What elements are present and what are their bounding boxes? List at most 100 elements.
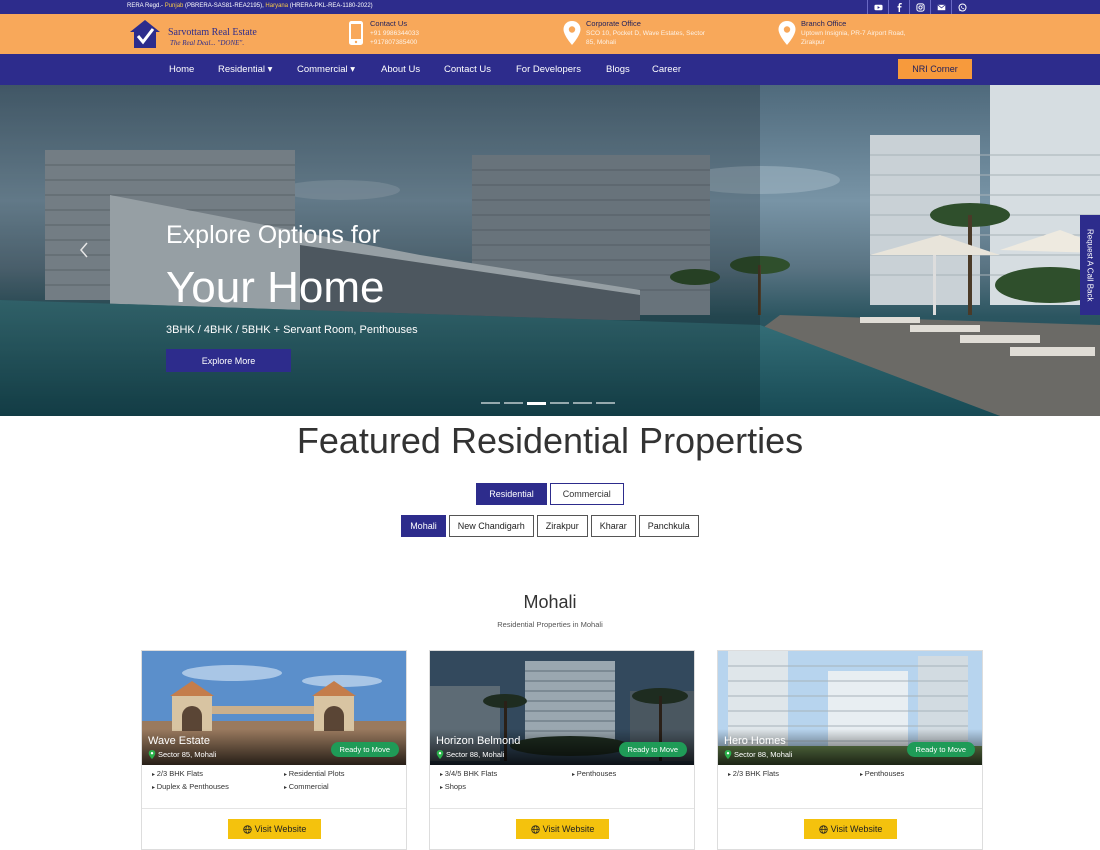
feature-item: Penthouses [860, 769, 978, 778]
request-call-back-button[interactable]: Request A Call Back [1080, 215, 1100, 315]
brand-name: Sarvottam Real Estate [168, 27, 257, 38]
property-name: Horizon Belmond [436, 735, 521, 747]
contact-phone-2[interactable]: +917807385400 [370, 38, 419, 47]
feature-item: 3/4/5 BHK Flats [440, 769, 572, 778]
corporate-address-line1: SCO 10, Pocket D, Wave Estates, Sector [586, 30, 705, 37]
carousel-dot[interactable] [596, 402, 615, 404]
branch-address-line1: Uptown Insignia, PR-7 Airport Road, [801, 30, 906, 37]
property-location: Sector 88, Mohali [436, 750, 504, 759]
city-panchkula[interactable]: Panchkula [638, 515, 699, 537]
corporate-office-title: Corporate Office [586, 19, 641, 28]
whatsapp-icon[interactable] [951, 0, 972, 14]
status-badge: Ready to Move [330, 742, 399, 757]
visit-website-button[interactable]: Visit Website [804, 819, 897, 839]
location-pin-icon [148, 750, 156, 759]
nav-commercial-dropdown[interactable]: Commercial ▾ [297, 64, 355, 75]
hero-subtitle: 3BHK / 4BHK / 5BHK + Servant Room, Penth… [166, 324, 418, 336]
feature-item: 2/3 BHK Flats [728, 769, 860, 778]
nav-for-developers[interactable]: For Developers [516, 64, 581, 75]
location-pin-icon [436, 750, 444, 759]
main-nav: Home Residential ▾ Commercial ▾ About Us… [0, 54, 1100, 85]
carousel-dot[interactable] [504, 402, 523, 404]
card-divider [430, 808, 694, 809]
property-location-text: Sector 85, Mohali [158, 750, 217, 759]
hero-background-image [0, 85, 1100, 416]
city-subheading: Residential Properties in Mohali [497, 620, 603, 629]
nri-corner-button[interactable]: NRI Corner [898, 59, 972, 79]
rera-haryana: Haryana [265, 3, 289, 9]
brand-tagline: The Real Deal... "DONE". [170, 39, 245, 47]
globe-icon [242, 824, 252, 834]
rera-punjab-number: (PBRERA-SAS81-REA2195), [183, 3, 266, 9]
feature-item: Duplex & Penthouses [152, 782, 284, 791]
visit-website-label: Visit Website [830, 824, 883, 834]
branch-address-line2: Zirakpur [801, 39, 825, 46]
hero-heading-small: Explore Options for [166, 221, 380, 249]
youtube-icon[interactable] [867, 0, 888, 14]
contact-title: Contact Us [370, 19, 408, 28]
house-check-icon [130, 20, 160, 48]
property-type-tabs: Residential Commercial [0, 483, 1100, 505]
tab-residential[interactable]: Residential [476, 483, 547, 505]
social-links [867, 0, 972, 14]
card-divider [142, 808, 406, 809]
rera-prefix: RERA Regd.- [127, 3, 165, 9]
top-strip: RERA Regd.- Punjab (PBRERA-SAS81-REA2195… [0, 0, 1100, 14]
nav-about-us[interactable]: About Us [381, 64, 420, 75]
property-location: Sector 85, Mohali [148, 750, 216, 759]
feature-item: 2/3 BHK Flats [152, 769, 284, 778]
feature-item: Commercial [284, 782, 402, 791]
carousel-dot-active[interactable] [527, 402, 546, 405]
carousel-dot[interactable] [550, 402, 569, 404]
mail-icon[interactable] [930, 0, 951, 14]
nav-career[interactable]: Career [652, 64, 681, 75]
visit-website-button[interactable]: Visit Website [228, 819, 321, 839]
explore-more-button[interactable]: Explore More [166, 349, 291, 372]
property-location-text: Sector 88, Mohali [446, 750, 505, 759]
property-card-wave-estate[interactable]: Wave Estate Sector 85, Mohali Ready to M… [141, 650, 407, 850]
status-badge: Ready to Move [618, 742, 687, 757]
carousel-prev-icon[interactable] [78, 242, 90, 258]
nav-residential-dropdown[interactable]: Residential ▾ [218, 64, 272, 75]
hero-carousel[interactable]: Explore Options for Your Home 3BHK / 4BH… [0, 85, 1100, 416]
card-divider [718, 808, 982, 809]
property-card-horizon-belmond[interactable]: Horizon Belmond Sector 88, Mohali Ready … [429, 650, 695, 850]
location-pin-icon [724, 750, 732, 759]
nav-contact-us[interactable]: Contact Us [444, 64, 491, 75]
rera-haryana-number: (HRERA-PKL-REA-1180-2022) [288, 3, 373, 9]
property-name: Wave Estate [148, 735, 210, 747]
header-info-bar: Sarvottam Real Estate The Real Deal... "… [0, 14, 1100, 54]
feature-item: Residential Plots [284, 769, 402, 778]
nav-blogs[interactable]: Blogs [606, 64, 630, 75]
property-card-hero-homes[interactable]: Hero Homes Sector 88, Mohali Ready to Mo… [717, 650, 983, 850]
contact-phone-1[interactable]: +91 9986344033 [370, 29, 419, 38]
feature-item: Shops [440, 782, 572, 791]
instagram-icon[interactable] [909, 0, 930, 14]
rera-registration: RERA Regd.- Punjab (PBRERA-SAS81-REA2195… [127, 3, 373, 9]
property-location: Sector 88, Mohali [724, 750, 792, 759]
city-heading: Mohali [523, 592, 577, 612]
carousel-dot[interactable] [573, 402, 592, 404]
phone-icon [349, 21, 363, 45]
property-features: 3/4/5 BHK Flats Penthouses Shops [440, 769, 690, 791]
nav-home[interactable]: Home [169, 64, 194, 75]
city-mohali[interactable]: Mohali [401, 515, 446, 537]
brand-logo[interactable]: Sarvottam Real Estate The Real Deal... "… [128, 17, 288, 51]
rera-punjab: Punjab [164, 3, 184, 9]
city-zirakpur[interactable]: Zirakpur [536, 515, 588, 537]
visit-website-button[interactable]: Visit Website [516, 819, 609, 839]
visit-website-label: Visit Website [542, 824, 595, 834]
city-kharar[interactable]: Kharar [590, 515, 636, 537]
branch-office-title: Branch Office [801, 19, 847, 28]
corporate-address-line2: 85, Mohali [586, 39, 616, 46]
carousel-dot[interactable] [481, 402, 500, 404]
city-new-chandigarh[interactable]: New Chandigarh [448, 515, 534, 537]
globe-icon [818, 824, 828, 834]
facebook-icon[interactable] [888, 0, 909, 14]
carousel-indicators [481, 402, 615, 405]
featured-section-title: Featured Residential Properties [296, 420, 804, 461]
property-features: 2/3 BHK Flats Penthouses [728, 769, 978, 778]
tab-commercial[interactable]: Commercial [549, 483, 624, 505]
globe-icon [530, 824, 540, 834]
property-name: Hero Homes [724, 735, 786, 747]
